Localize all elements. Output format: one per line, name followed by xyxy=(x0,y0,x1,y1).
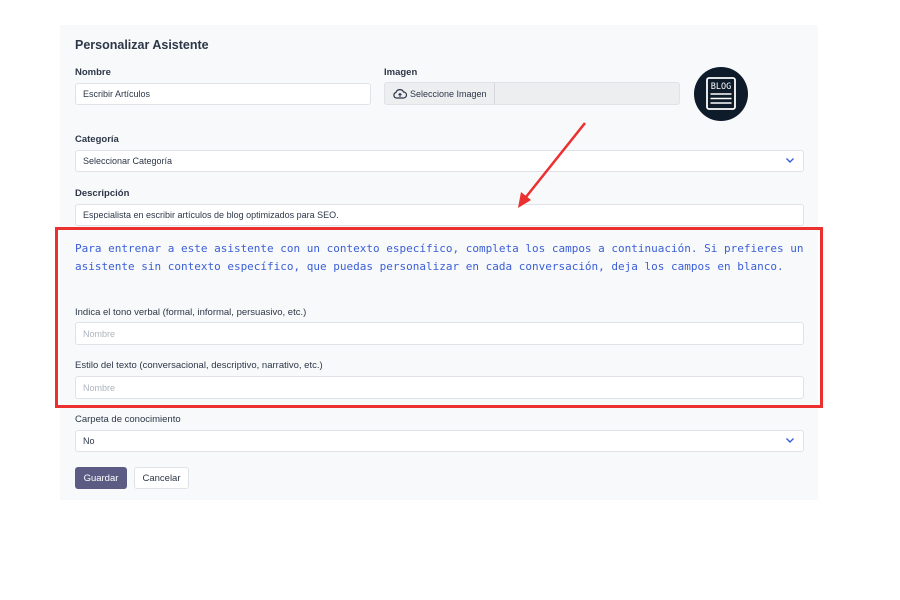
select-image-label: Seleccione Imagen xyxy=(410,88,487,99)
category-label: Categoría xyxy=(75,134,119,145)
description-input[interactable]: Especialista en escribir artículos de bl… xyxy=(75,204,804,226)
blog-logo-text: BLOG xyxy=(711,82,731,92)
category-value: Seleccionar Categoría xyxy=(83,156,173,166)
context-note: Para entrenar a este asistente con un co… xyxy=(75,242,804,273)
page-title: Personalizar Asistente xyxy=(75,38,209,52)
select-image-button[interactable]: Seleccione Imagen xyxy=(385,83,495,104)
chevron-down-icon xyxy=(786,438,794,443)
save-button[interactable]: Guardar xyxy=(75,467,127,489)
name-input[interactable]: Escribir Artículos xyxy=(75,83,371,105)
red-arrow-annotation xyxy=(518,122,586,208)
cloud-upload-icon xyxy=(393,88,408,99)
tone-input[interactable]: Nombre xyxy=(75,322,804,345)
knowledge-select[interactable]: No xyxy=(75,430,804,452)
tone-label: Indica el tono verbal (formal, informal,… xyxy=(75,307,307,318)
knowledge-label: Carpeta de conocimiento xyxy=(75,414,181,425)
blog-logo-icon: BLOG xyxy=(694,67,748,121)
description-label: Descripción xyxy=(75,188,130,199)
category-select[interactable]: Seleccionar Categoría xyxy=(75,150,804,172)
knowledge-value: No xyxy=(83,436,95,446)
image-file-input[interactable]: Seleccione Imagen xyxy=(384,82,680,105)
image-label: Imagen xyxy=(384,67,418,78)
style-input[interactable]: Nombre xyxy=(75,376,804,399)
cancel-button[interactable]: Cancelar xyxy=(134,467,189,489)
name-label: Nombre xyxy=(75,67,111,78)
chevron-down-icon xyxy=(786,158,794,163)
style-label: Estilo del texto (conversacional, descri… xyxy=(75,360,323,371)
